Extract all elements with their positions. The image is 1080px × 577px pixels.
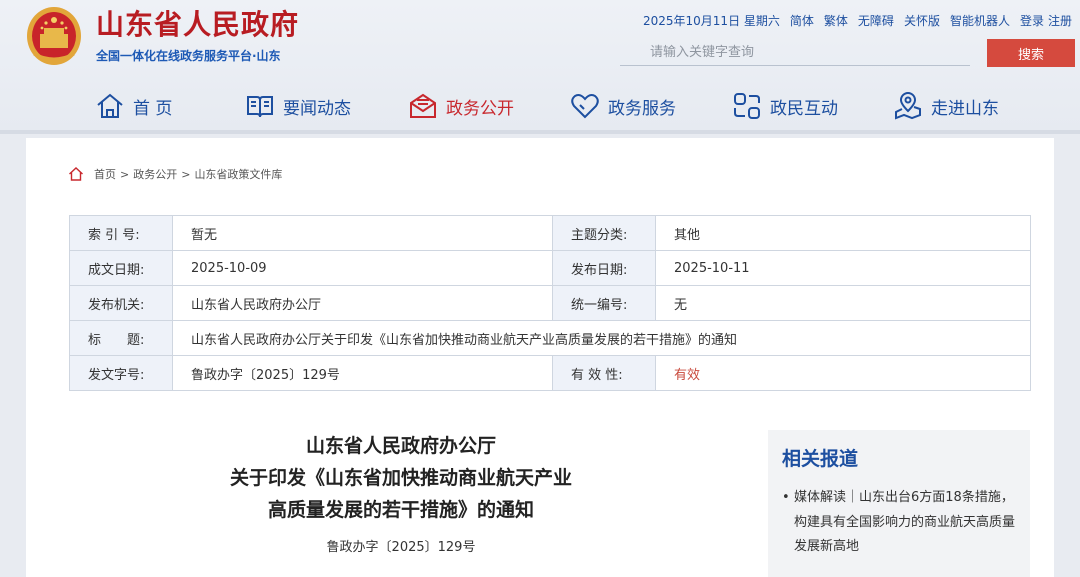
book-icon <box>247 96 273 118</box>
nav-item-services[interactable]: 政务服务 <box>570 90 676 122</box>
breadcrumb-separator: > <box>181 167 191 181</box>
table-row: 发文字号: 鲁政办字〔2025〕129号 有 效 性: 有效 <box>69 355 1031 391</box>
table-row: 发布机关: 山东省人民政府办公厅 统一编号: 无 <box>69 285 1031 321</box>
created-date-label: 成文日期: <box>69 250 173 286</box>
main-nav: 首 页 要闻动态 政务公开 政务服务 政民互动 走进山东 <box>0 84 1080 130</box>
breadcrumb: 首页 > 政务公开 > 山东省政策文件库 <box>68 166 282 182</box>
unified-number-label: 统一编号: <box>552 285 656 321</box>
accessibility-link[interactable]: 无障碍 <box>858 12 894 29</box>
index-label: 索 引 号: <box>69 215 173 251</box>
nav-item-about-shandong[interactable]: 走进山东 <box>893 90 999 122</box>
table-row: 索 引 号: 暂无 主题分类: 其他 <box>69 215 1031 251</box>
main-content: 首页 > 政务公开 > 山东省政策文件库 索 引 号: 暂无 主题分类: 其他 … <box>26 138 1054 577</box>
list-item[interactable]: 媒体解读｜山东出台6方面18条措施，构建具有全国影响力的商业航天高质量发展新高地 <box>782 486 1022 560</box>
nav-item-label: 要闻动态 <box>283 98 351 119</box>
nav-item-label: 政务服务 <box>608 98 676 119</box>
nav-item-label: 首 页 <box>133 98 173 119</box>
home-icon <box>69 167 83 181</box>
traditional-link[interactable]: 繁体 <box>824 12 848 29</box>
published-date-value: 2025-10-11 <box>655 250 1031 286</box>
elderly-mode-link[interactable]: 关怀版 <box>904 12 940 29</box>
current-date: 2025年10月11日 星期六 <box>642 14 780 28</box>
published-date-label: 发布日期: <box>552 250 656 286</box>
site-header: 山东省人民政府 全国一体化在线政务服务平台·山东 2025年10月11日 星期六… <box>0 0 1080 132</box>
document-number-value: 鲁政办字〔2025〕129号 <box>172 355 553 391</box>
nav-item-public-affairs[interactable]: 政务公开 <box>408 90 514 122</box>
breadcrumb-separator: > <box>120 167 130 181</box>
document-number: 鲁政办字〔2025〕129号 <box>326 540 476 555</box>
validity-value: 有效 <box>655 355 1031 391</box>
site-subtitle: 全国一体化在线政务服务平台·山东 <box>96 49 281 63</box>
validity-label: 有 效 性: <box>552 355 656 391</box>
nav-item-interaction[interactable]: 政民互动 <box>732 90 838 122</box>
breadcrumb-home[interactable]: 首页 <box>94 166 116 182</box>
title-label: 标 题: <box>69 320 173 356</box>
simplified-link[interactable]: 简体 <box>790 12 814 29</box>
nav-item-label: 政民互动 <box>770 98 838 119</box>
map-pin-icon <box>895 92 921 120</box>
login-link[interactable]: 登录 <box>1020 12 1044 29</box>
index-value: 暂无 <box>172 215 553 251</box>
document-title-line: 关于印发《山东省加快推动商业航天产业 <box>229 467 572 489</box>
site-title[interactable]: 山东省人民政府 <box>96 8 299 42</box>
heart-icon <box>571 94 599 119</box>
home-icon <box>97 93 123 118</box>
topic-label: 主题分类: <box>552 215 656 251</box>
nav-item-news[interactable]: 要闻动态 <box>245 90 351 122</box>
document-metadata-table: 索 引 号: 暂无 主题分类: 其他 成文日期: 2025-10-09 发布日期… <box>69 215 1031 391</box>
document-title: 山东省人民政府办公厅 关于印发《山东省加快推动商业航天产业 高质量发展的若干措施… <box>156 430 646 526</box>
top-links: 2025年10月11日 星期六 简体 繁体 无障碍 关怀版 智能机器人 登录 注… <box>643 12 1072 29</box>
envelope-icon <box>410 93 436 118</box>
header-divider <box>0 130 1080 134</box>
issuer-value: 山东省人民政府办公厅 <box>172 285 553 321</box>
document-number-label: 发文字号: <box>69 355 173 391</box>
robot-link[interactable]: 智能机器人 <box>950 12 1010 29</box>
register-link[interactable]: 注册 <box>1048 12 1072 29</box>
interaction-icon <box>734 93 760 119</box>
created-date-value: 2025-10-09 <box>172 250 553 286</box>
breadcrumb-public-affairs[interactable]: 政务公开 <box>133 166 177 182</box>
related-reports-title: 相关报道 <box>782 448 859 470</box>
breadcrumb-policy-library[interactable]: 山东省政策文件库 <box>194 166 282 182</box>
related-reports-panel: 相关报道 媒体解读｜山东出台6方面18条措施，构建具有全国影响力的商业航天高质量… <box>768 430 1030 577</box>
document-title-line: 高质量发展的若干措施》的通知 <box>267 499 534 521</box>
search-button[interactable]: 搜索 <box>987 39 1075 67</box>
document-title-line: 山东省人民政府办公厅 <box>305 435 496 457</box>
nav-item-home[interactable]: 首 页 <box>95 90 172 122</box>
search-input[interactable] <box>620 40 970 66</box>
nav-item-label: 政务公开 <box>446 98 514 119</box>
unified-number-value: 无 <box>655 285 1031 321</box>
table-row: 标 题: 山东省人民政府办公厅关于印发《山东省加快推动商业航天产业高质量发展的若… <box>69 320 1031 356</box>
table-row: 成文日期: 2025-10-09 发布日期: 2025-10-11 <box>69 250 1031 286</box>
title-value: 山东省人民政府办公厅关于印发《山东省加快推动商业航天产业高质量发展的若干措施》的… <box>172 320 1031 356</box>
nav-item-label: 走进山东 <box>931 98 999 119</box>
national-emblem-icon <box>27 7 81 65</box>
issuer-label: 发布机关: <box>69 285 173 321</box>
topic-value: 其他 <box>655 215 1031 251</box>
related-reports-list: 媒体解读｜山东出台6方面18条措施，构建具有全国影响力的商业航天高质量发展新高地 <box>782 486 1022 560</box>
